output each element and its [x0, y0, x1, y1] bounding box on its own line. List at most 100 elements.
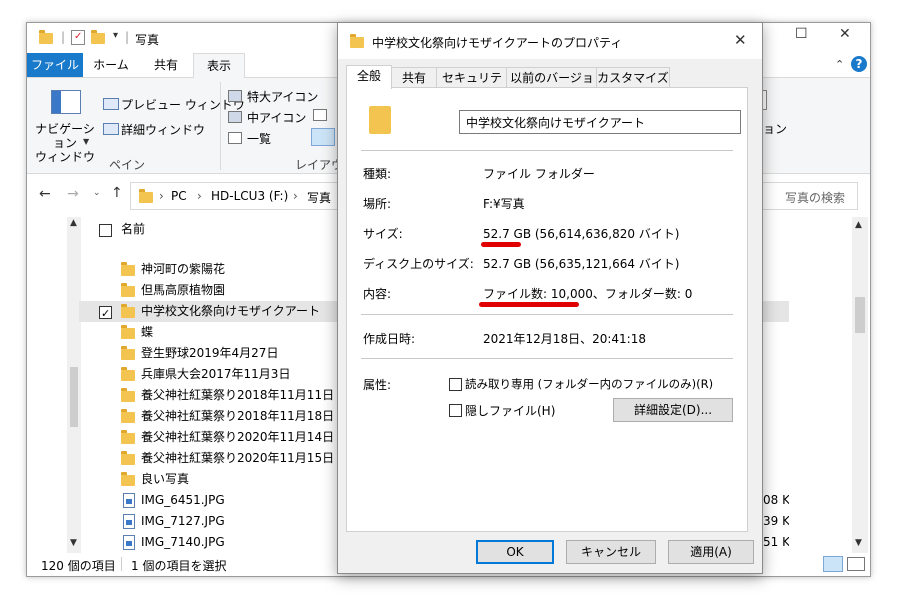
tab-share[interactable]: 共有	[139, 53, 193, 77]
up-arrow-icon[interactable]: ↑	[111, 186, 123, 200]
tab-view[interactable]: 表示	[193, 53, 245, 79]
hidden-checkbox[interactable]	[449, 404, 462, 417]
image-file-icon	[123, 535, 135, 550]
created-value: 2021年12月18日、20:41:18	[483, 332, 646, 346]
folder-icon	[39, 30, 53, 44]
help-icon[interactable]: ?	[851, 56, 867, 72]
folder-icon	[121, 430, 135, 444]
chevron-down-icon: ▼	[83, 137, 90, 146]
layout-extra-large-icons[interactable]: 特大アイコン	[247, 88, 318, 105]
folder-icon	[121, 304, 135, 318]
folder-name-input[interactable]: 中学校文化祭向けモザイクアート	[459, 110, 741, 134]
window-title: 写真	[135, 33, 160, 47]
pane-group-label: ペイン	[109, 158, 146, 172]
location-label: 場所:	[363, 197, 392, 211]
item-name: 但馬高原植物園	[141, 283, 226, 297]
quick-access-dropdown-icon[interactable]: ▾	[113, 31, 118, 41]
folder-large-icon	[369, 106, 391, 134]
breadcrumb-chevron-icon: ›	[293, 189, 298, 203]
location-value: F:¥写真	[483, 197, 525, 211]
general-panel: 中学校文化祭向けモザイクアート 種類: ファイル フォルダー 場所: F:¥写真…	[346, 87, 748, 532]
layout-list[interactable]: 一覧	[247, 130, 271, 147]
layout-medium-icons[interactable]: 中アイコン	[247, 109, 306, 126]
medium-icons-icon	[228, 111, 242, 123]
collapse-ribbon-icon[interactable]: ⌃	[835, 59, 844, 70]
dialog-titlebar: 中学校文化祭向けモザイクアートのプロパティ ✕	[338, 23, 762, 59]
tab-file[interactable]: ファイル	[27, 53, 83, 77]
ok-button[interactable]: OK	[476, 540, 554, 564]
search-box[interactable]: 写真の検索	[754, 182, 858, 210]
nav-scroll-thumb[interactable]	[70, 367, 78, 427]
item-name: 養父神社紅葉祭り2018年11月18日	[141, 409, 335, 423]
readonly-checkbox[interactable]	[449, 378, 462, 391]
tab-security[interactable]: セキュリティ	[436, 67, 508, 105]
breadcrumb-pc[interactable]: PC	[171, 189, 187, 203]
details-pane-icon	[103, 123, 119, 135]
folder-icon	[121, 325, 135, 339]
close-icon[interactable]: ✕	[734, 33, 747, 48]
image-file-icon	[123, 493, 135, 508]
item-name: IMG_6451.JPG	[141, 493, 225, 507]
select-all-checkbox[interactable]	[99, 224, 112, 237]
recent-dropdown-icon[interactable]: ⌄	[93, 189, 101, 198]
item-name: 養父神社紅葉祭り2020年11月15日	[141, 451, 335, 465]
tab-customize[interactable]: カスタマイズ	[596, 67, 670, 89]
details-view-icon[interactable]	[823, 556, 843, 572]
dialog-tabs: 全般 共有 セキュリティ 以前のバージョン カスタマイズ	[344, 65, 756, 105]
image-file-icon	[123, 514, 135, 529]
folder-name-value: 中学校文化祭向けモザイクアート	[466, 116, 646, 130]
apply-button[interactable]: 適用(A)	[668, 540, 754, 564]
red-annotation-mark	[479, 302, 579, 307]
list-icon	[228, 132, 242, 144]
back-arrow-icon[interactable]: ←	[39, 187, 51, 201]
item-name: IMG_7140.JPG	[141, 535, 225, 549]
cancel-button[interactable]: キャンセル	[566, 540, 656, 564]
new-folder-quick-icon[interactable]	[91, 30, 105, 44]
tab-home[interactable]: ホーム	[85, 53, 137, 77]
scroll-up-icon[interactable]: ▲	[70, 219, 77, 228]
column-name[interactable]: 名前	[121, 219, 145, 240]
file-list-scrollbar[interactable]: ▲ ▼	[852, 217, 868, 553]
item-name: 養父神社紅葉祭り2020年11月14日	[141, 430, 335, 444]
size-label: サイズ:	[363, 227, 403, 241]
details-pane-button[interactable]: 詳細ウィンドウ	[121, 121, 205, 138]
type-value: ファイル フォルダー	[483, 167, 595, 181]
forward-arrow-icon[interactable]: →	[67, 187, 79, 201]
breadcrumb-photos[interactable]: 写真	[307, 189, 331, 206]
list-scroll-thumb[interactable]	[855, 297, 865, 333]
item-size: 39 KB	[763, 514, 789, 528]
details-layout-icon[interactable]	[311, 128, 335, 146]
item-name: 養父神社紅葉祭り2018年11月11日	[141, 388, 335, 402]
maximize-icon[interactable]: ☐	[795, 27, 808, 41]
sort-up-icon: ⌃	[269, 215, 277, 222]
breadcrumb-drive[interactable]: HD-LCU3 (F:)	[211, 189, 288, 203]
item-size: 51 KB	[763, 535, 789, 549]
tab-previous-versions[interactable]: 以前のバージョン	[506, 67, 598, 105]
small-icons-icon[interactable]	[313, 109, 327, 121]
status-divider	[121, 557, 122, 571]
item-name: 兵庫県大会2017年11月3日	[141, 367, 291, 381]
folder-icon	[121, 451, 135, 465]
tab-sharing[interactable]: 共有	[390, 67, 438, 89]
close-icon[interactable]: ✕	[839, 27, 851, 41]
properties-quick-icon[interactable]: ✓	[71, 30, 85, 45]
folder-icon	[121, 472, 135, 486]
folder-icon	[121, 367, 135, 381]
tab-general[interactable]: 全般	[346, 65, 392, 89]
breadcrumb-chevron-icon: ›	[159, 189, 164, 203]
search-input[interactable]: 写真の検索	[785, 189, 845, 206]
large-icons-view-icon[interactable]	[847, 557, 865, 571]
item-name: 神河町の紫陽花	[141, 262, 226, 276]
scroll-up-icon[interactable]: ▲	[855, 221, 862, 230]
disk-size-label: ディスク上のサイズ:	[363, 257, 474, 271]
item-checkbox[interactable]: ✓	[99, 306, 112, 320]
item-name: 登生野球2019年4月27日	[141, 346, 279, 360]
advanced-button[interactable]: 詳細設定(D)...	[613, 398, 733, 422]
readonly-label[interactable]: 読み取り専用 (フォルダー内のファイルのみ)(R)	[465, 376, 713, 392]
navigation-pane-icon[interactable]	[51, 90, 81, 114]
scroll-down-icon[interactable]: ▼	[70, 539, 77, 548]
scroll-down-icon[interactable]: ▼	[855, 539, 862, 548]
disk-size-value: 52.7 GB (56,635,121,664 バイト)	[483, 257, 680, 271]
hidden-label[interactable]: 隠しファイル(H)	[465, 402, 555, 419]
preview-pane-button[interactable]: プレビュー ウィンドウ	[121, 96, 245, 113]
